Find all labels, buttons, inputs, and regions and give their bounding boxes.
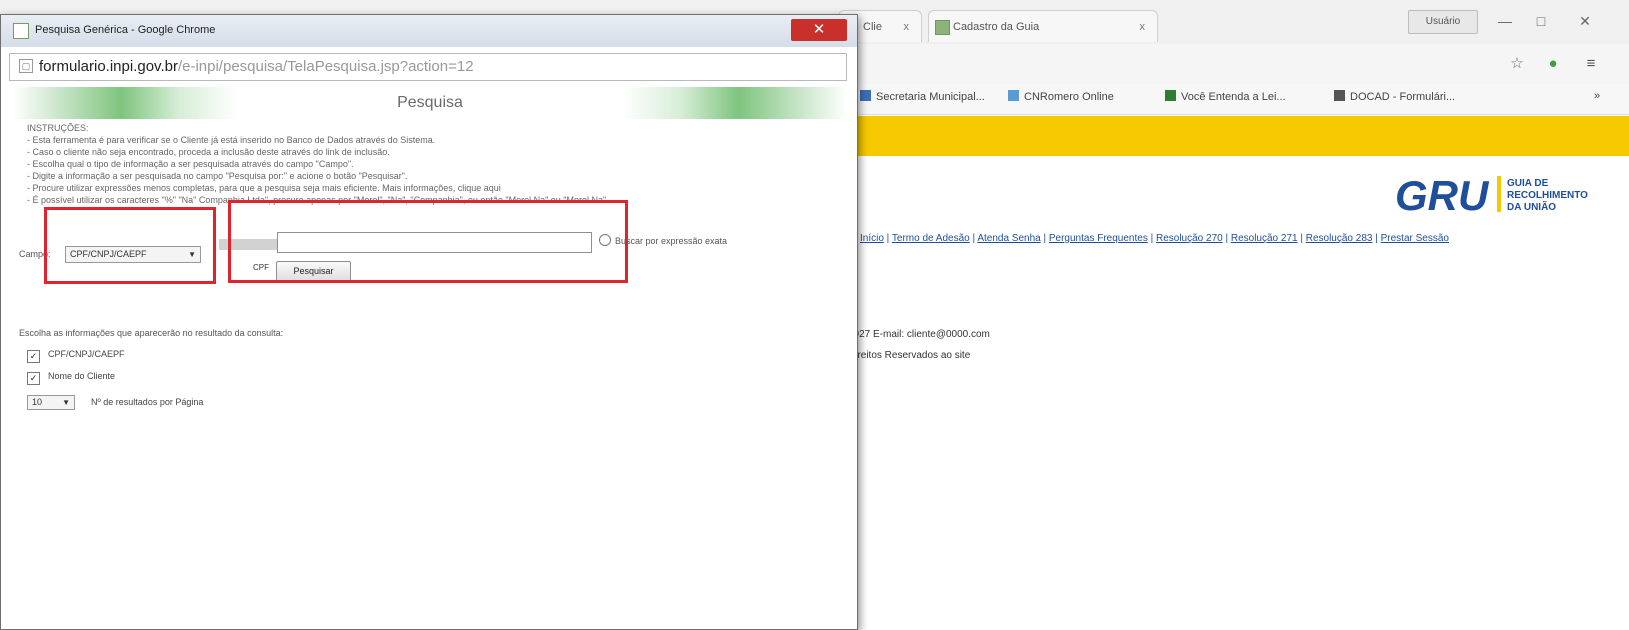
nav-link[interactable]: Atenda Senha: [977, 233, 1040, 244]
window-user-badge[interactable]: Usuário: [1408, 10, 1478, 34]
logo-text-line: DA UNIÃO: [1507, 200, 1556, 213]
nav-link[interactable]: Perguntas Frequentes: [1049, 233, 1148, 244]
extension-icon[interactable]: ●: [1544, 55, 1562, 73]
annotation-box-search: [228, 200, 628, 283]
bookmark-label: DOCAD - Formulári...: [1350, 91, 1456, 103]
maximize-icon[interactable]: □: [1524, 10, 1558, 32]
tab-close-icon[interactable]: x: [904, 11, 910, 43]
bookmark-label: CNRomero Online: [1024, 91, 1114, 103]
nav-link[interactable]: Termo de Adesão: [892, 233, 970, 244]
page-favicon-icon: [13, 23, 29, 39]
bookmark-item[interactable]: DOCAD - Formulári...: [1334, 90, 1455, 103]
annotation-box-campo: [44, 207, 216, 284]
popup-window-title: Pesquisa Genérica - Google Chrome: [35, 24, 216, 36]
instruction-line: - Esta ferramenta é para verificar se o …: [27, 135, 436, 145]
popup-close-button[interactable]: ✕: [791, 19, 847, 41]
logo-text-line: GUIA DE: [1507, 178, 1549, 189]
popup-window: Pesquisa Genérica - Google Chrome ✕ ▢ fo…: [0, 14, 858, 630]
page-icon: ▢: [19, 59, 33, 73]
logo-divider: [1497, 176, 1501, 212]
nav-link[interactable]: Resolução 271: [1231, 233, 1298, 244]
menu-icon[interactable]: ≡: [1582, 55, 1600, 73]
tab-label: Cadastro da Guia: [953, 21, 1040, 33]
nav-link[interactable]: Resolução 283: [1306, 233, 1373, 244]
checkbox-label: CPF/CNPJ/CAEPF: [48, 349, 125, 359]
bookmark-icon: [1165, 90, 1176, 101]
logo-text-line: RECOLHIMENTO: [1507, 190, 1588, 201]
checkbox-row[interactable]: ✓ CPF/CNPJ/CAEPF: [27, 349, 125, 363]
chevron-down-icon: ▼: [62, 398, 70, 407]
instruction-line: - Digite a informação a ser pesquisada n…: [27, 171, 408, 181]
checkbox-row[interactable]: ✓ Nome do Cliente: [27, 371, 115, 385]
checkbox-checked[interactable]: ✓: [27, 372, 40, 385]
star-icon[interactable]: ☆: [1508, 55, 1526, 73]
gru-logo: GRU GUIA DE RECOLHIMENTO DA UNIÃO: [1395, 172, 1588, 219]
minimize-icon[interactable]: —: [1488, 10, 1522, 32]
nav-link[interactable]: Início: [860, 233, 884, 244]
nav-link[interactable]: Prestar Sessão: [1381, 233, 1449, 244]
bookmark-icon: [860, 90, 871, 101]
tab-close-icon[interactable]: x: [1140, 11, 1146, 43]
site-nav-links: Início | Termo de Adesão | Atenda Senha …: [860, 233, 1449, 244]
checkbox-checked[interactable]: ✓: [27, 350, 40, 363]
per-page-label: Nº de resultados por Página: [91, 397, 204, 407]
background-tab-cadastro-da-guia[interactable]: Cadastro da Guia x: [928, 10, 1158, 42]
results-per-page-select[interactable]: 10 ▼: [27, 395, 75, 410]
url-host: formulario.inpi.gov.br: [39, 58, 178, 75]
bookmark-icon: [1008, 90, 1019, 101]
exact-match-label: Buscar por expressão exata: [615, 236, 728, 246]
url-path: /e-inpi/pesquisa/TelaPesquisa.jsp?action…: [177, 58, 474, 75]
popup-url: formulario.inpi.gov.br/e-inpi/pesquisa/T…: [39, 58, 474, 75]
contact-info: 9027 E-mail: cliente@0000.com: [848, 329, 990, 340]
logo-mark: GRU: [1395, 172, 1490, 219]
copyright-text: Direitos Reservados ao site: [848, 350, 971, 361]
page-icon: [935, 20, 950, 35]
instruction-line: - Escolha qual o tipo de informação a se…: [27, 159, 354, 169]
results-options-label: Escolha as informações que aparecerão no…: [19, 328, 284, 338]
bookmarks-more-icon[interactable]: »: [1594, 90, 1600, 102]
bookmark-label: Você Entenda a Lei...: [1181, 91, 1286, 103]
bookmark-icon: [1334, 90, 1345, 101]
per-page-value: 10: [32, 397, 43, 407]
page-title: Pesquisa: [397, 94, 463, 111]
checkbox-label: Nome do Cliente: [48, 371, 116, 381]
bookmark-label: Secretaria Municipal...: [876, 91, 985, 103]
bookmark-item[interactable]: CNRomero Online: [1008, 90, 1114, 103]
tab-label: Clie: [863, 21, 882, 33]
window-close-icon[interactable]: ✕: [1568, 10, 1602, 32]
pesquisa-header: Pesquisa: [13, 87, 847, 119]
bookmark-item[interactable]: Você Entenda a Lei...: [1165, 90, 1286, 103]
bookmark-item[interactable]: Secretaria Municipal...: [860, 90, 985, 103]
instruction-line: INSTRUÇÕES:: [27, 123, 89, 133]
instruction-line: - Caso o cliente não seja encontrado, pr…: [27, 147, 390, 157]
nav-link[interactable]: Resolução 270: [1156, 233, 1223, 244]
instruction-line: - Procure utilizar expressões menos comp…: [27, 183, 501, 193]
